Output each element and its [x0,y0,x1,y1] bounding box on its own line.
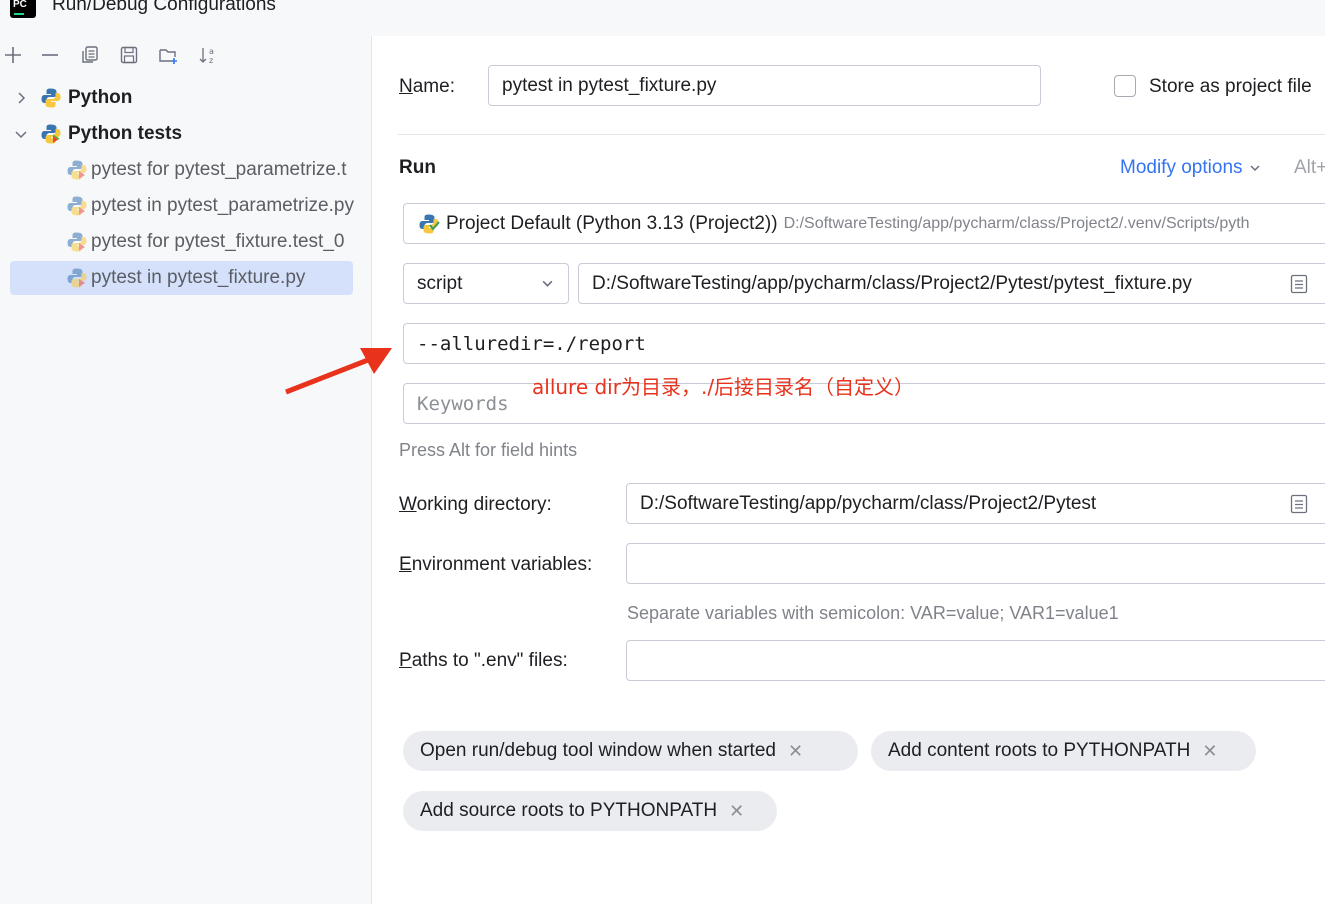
annotation-text: allure dir为目录，./后接目录名（自定义） [532,375,915,399]
store-as-project-file-checkbox[interactable] [1114,75,1136,97]
pycharm-logo-icon: PC [10,0,36,18]
chevron-right-icon[interactable] [12,89,30,107]
field-hints-text: Press Alt for field hints [399,440,578,460]
tree-item-config-selected[interactable]: pytest in pytest_fixture.py [10,261,353,295]
svg-text:z: z [209,56,213,65]
environment-variables-input[interactable] [626,543,1325,584]
save-icon[interactable] [116,40,142,70]
browse-file-icon[interactable] [1290,274,1308,294]
tree-item-label: pytest for pytest_fixture.test_0 [91,231,345,252]
chevron-down-icon [542,280,553,287]
env-variables-hint: Separate variables with semicolon: VAR=v… [627,603,1119,623]
new-folder-icon[interactable] [155,40,181,70]
close-icon[interactable]: ✕ [788,741,803,762]
environment-variables-label: Environment variables: [399,554,593,575]
tree-item-config[interactable]: pytest for pytest_parametrize.t [66,153,371,187]
env-files-label: Paths to ".env" files: [399,650,568,671]
chevron-down-icon [1249,165,1260,172]
option-chip-open-tool-window: Open run/debug tool window when started … [403,731,858,771]
remove-icon[interactable] [37,40,63,70]
python-interpreter-icon [418,213,440,235]
tree-item-config[interactable]: pytest for pytest_fixture.test_0 [66,225,371,259]
tree-item-config[interactable]: pytest in pytest_parametrize.py [66,189,371,223]
python-icon [40,87,62,109]
interpreter-select[interactable]: Project Default (Python 3.13 (Project2))… [403,203,1325,244]
working-directory-label: Working directory: [399,494,552,515]
close-icon[interactable]: ✕ [1202,741,1217,762]
target-type-select[interactable]: script [403,263,569,304]
tree-item-label: pytest for pytest_parametrize.t [91,159,347,180]
browse-folder-icon[interactable] [1290,494,1308,514]
tree-item-label: pytest in pytest_fixture.py [91,267,306,288]
option-chip-source-roots: Add source roots to PYTHONPATH ✕ [403,791,777,831]
tree-group-python[interactable]: Python [12,81,367,115]
script-path-input[interactable]: D:/SoftwareTesting/app/pycharm/class/Pro… [578,263,1325,304]
tree-group-label: Python tests [68,123,183,144]
store-as-project-file-label: Store as project file [1149,76,1312,97]
pytest-config-icon [66,195,88,217]
add-icon[interactable] [0,40,26,70]
annotation-arrow-icon [285,348,392,395]
interpreter-name: Project Default (Python 3.13 (Project2)) [446,212,778,234]
pytest-config-icon [66,231,88,253]
svg-text:a: a [209,47,214,56]
env-files-input[interactable] [626,640,1325,681]
python-tests-icon [40,123,62,145]
alt-shortcut-hint: Alt+ [1294,157,1325,178]
modify-options-link[interactable]: Modify options [1120,157,1261,179]
separator [398,134,1325,135]
name-input[interactable]: pytest in pytest_fixture.py [488,65,1041,106]
additional-arguments-input[interactable]: --alluredir=./report [403,323,1325,364]
run-section-title: Run [399,157,436,178]
pytest-config-icon [66,267,88,289]
copy-icon[interactable] [77,40,103,70]
window-title: Run/Debug Configurations [52,0,276,15]
name-label: Name: [399,76,455,97]
working-directory-input[interactable]: D:/SoftwareTesting/app/pycharm/class/Pro… [626,483,1325,524]
title-bar: PC Run/Debug Configurations [0,0,1325,22]
sort-icon[interactable]: az [195,40,221,70]
chevron-down-icon[interactable] [12,125,30,143]
tree-group-python-tests[interactable]: Python tests [12,117,367,151]
tree-item-label: pytest in pytest_parametrize.py [91,195,354,216]
close-icon[interactable]: ✕ [729,801,744,822]
tree-group-label: Python [68,87,133,108]
option-chip-content-roots: Add content roots to PYTHONPATH ✕ [871,731,1256,771]
pytest-config-icon [66,159,88,181]
interpreter-path: D:/SoftwareTesting/app/pycharm/class/Pro… [783,214,1250,232]
